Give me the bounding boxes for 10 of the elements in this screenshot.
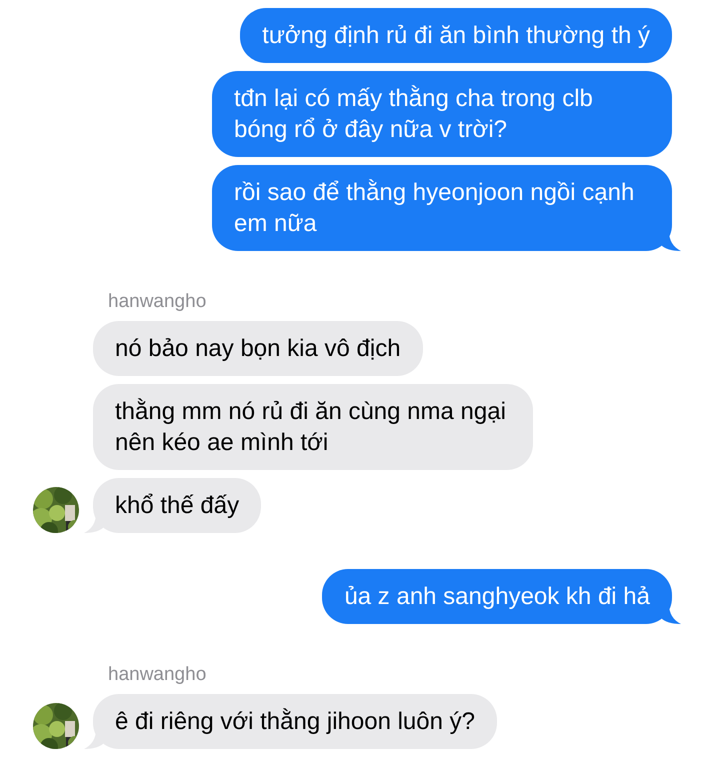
received-message: nó bảo nay bọn kia vô địch [93,321,423,376]
sent-message: ủa z anh sanghyeok kh đi hả [322,569,672,624]
sent-message: tưởng định rủ đi ăn bình thường th ý [240,8,672,63]
sender-name: hanwangho [108,664,206,686]
sent-message: rồi sao để thằng hyeonjoon ngồi cạnh em nữa [212,165,672,251]
received-message: khổ thế đấy [93,478,262,533]
sender-name: hanwangho [108,291,206,313]
received-message: thằng mm nó rủ đi ăn cùng nma ngại nên kéo ae mình tới [93,384,533,470]
sent-message: tđn lại có mấy thằng cha trong clb bóng rổ ở đây nữa v trời? [212,71,672,157]
received-message: ê đi riêng với thằng jihoon luôn ý? [93,694,497,749]
